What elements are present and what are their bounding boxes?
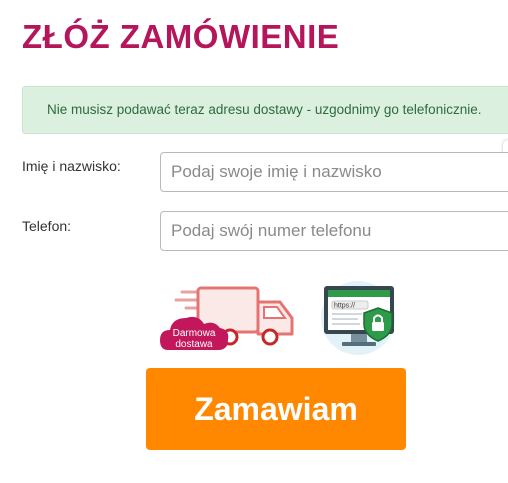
name-input[interactable]: [160, 152, 508, 192]
free-delivery-line2: dostawa: [175, 339, 213, 350]
secure-connection-badge: https://: [318, 280, 400, 358]
submit-order-button[interactable]: Zamawiam: [146, 368, 406, 450]
https-text: https://: [334, 303, 355, 310]
free-delivery-line1: Darmowa: [173, 328, 216, 339]
free-delivery-badge: Darmowa dostawa: [158, 282, 298, 354]
delivery-notice: Nie musisz podawać teraz adresu dostawy …: [22, 86, 508, 134]
secure-https-icon: https://: [321, 281, 395, 355]
page-title: ZŁÓŻ ZAMÓWIENIE: [22, 18, 340, 55]
delivery-notice-text: Nie musisz podawać teraz adresu dostawy …: [47, 102, 482, 117]
name-label: Imię i nazwisko:: [22, 158, 121, 174]
phone-input[interactable]: [160, 211, 508, 251]
phone-label: Telefon:: [22, 218, 72, 234]
delivery-truck-icon: Darmowa dostawa: [160, 286, 294, 350]
